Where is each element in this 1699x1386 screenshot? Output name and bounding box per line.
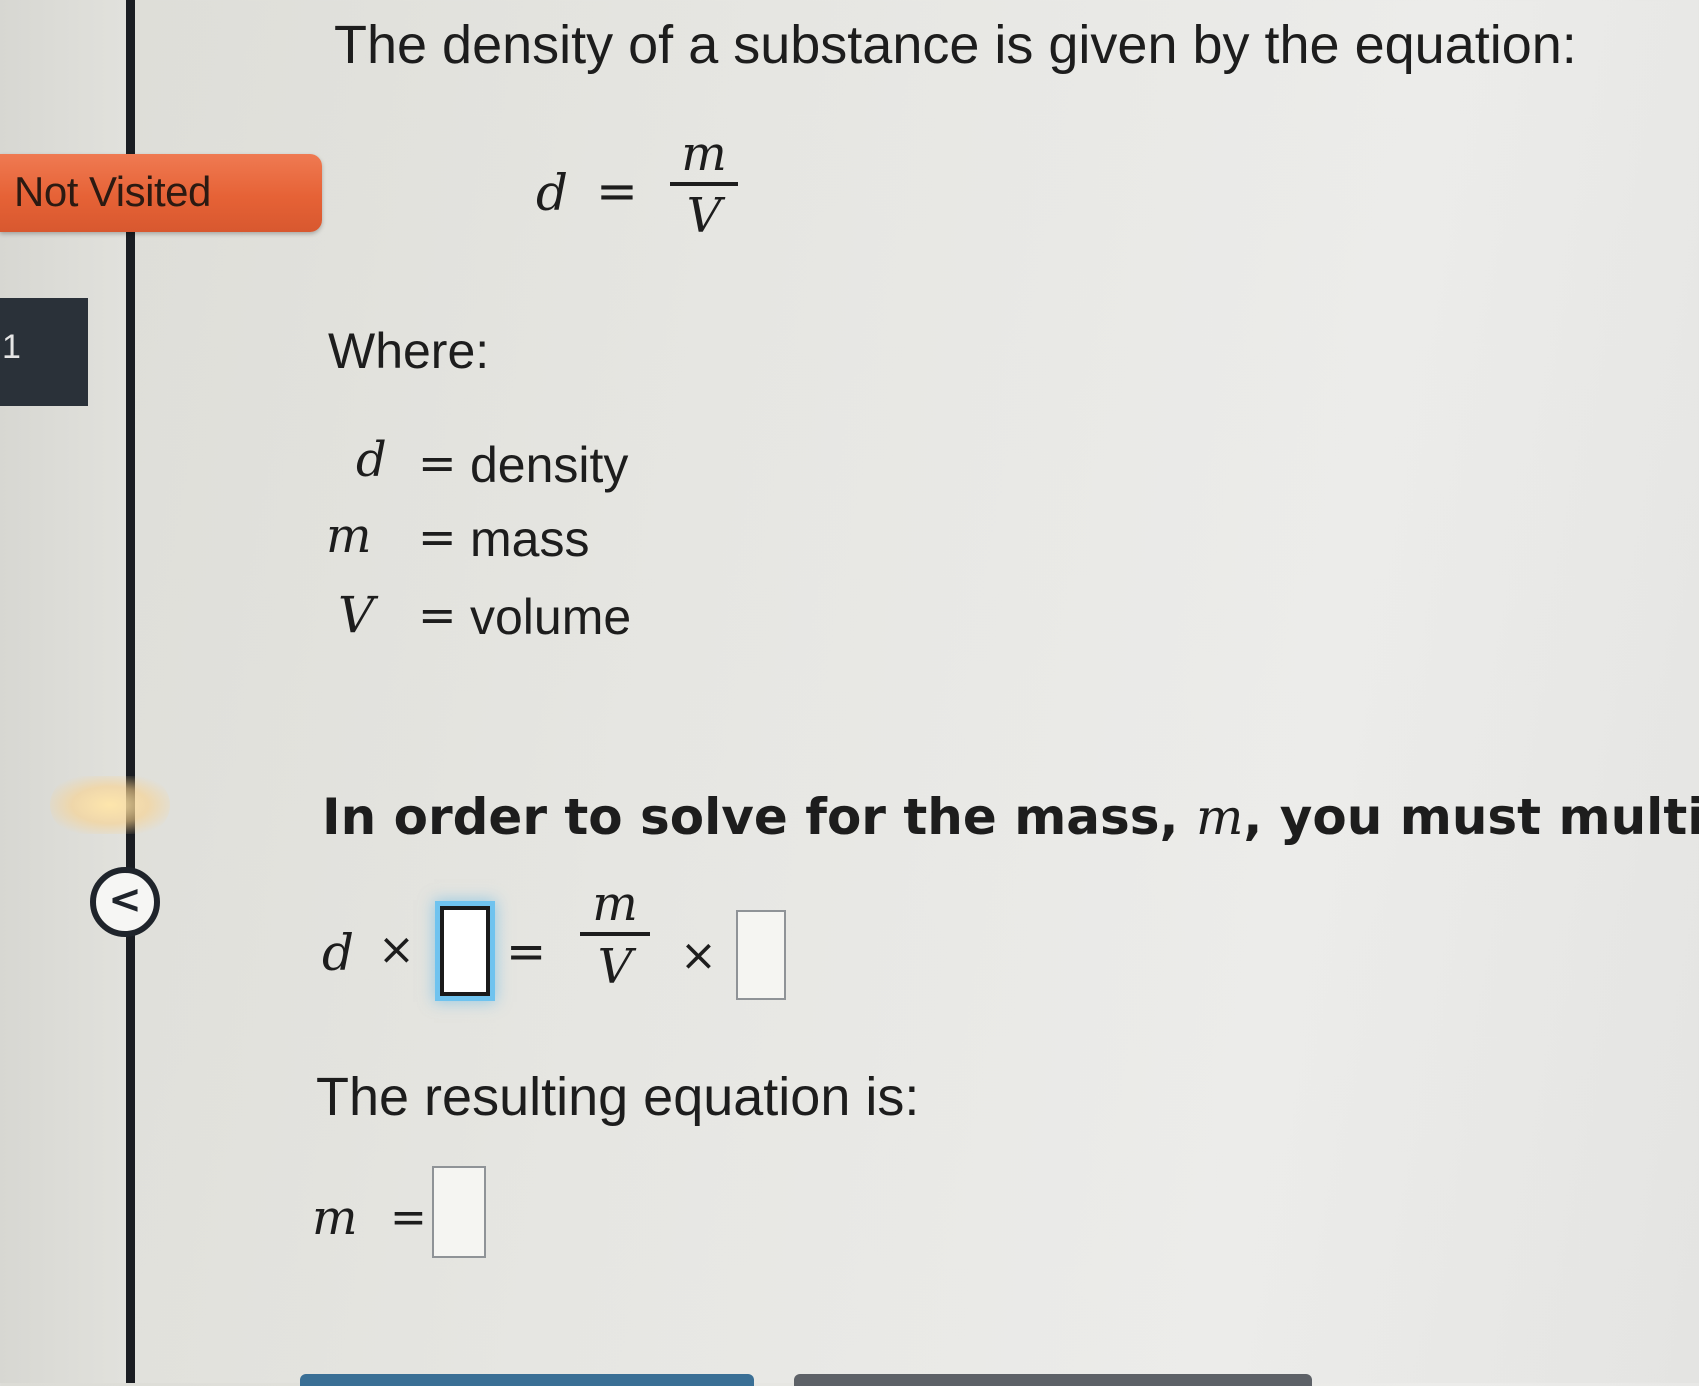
work-denominator: V	[597, 939, 633, 995]
status-badge-label: Not Visited	[14, 168, 211, 215]
instruction-suffix: , you must multiply	[1243, 788, 1699, 846]
result-lhs: m	[312, 1190, 358, 1246]
multiplier-input-left[interactable]	[440, 906, 490, 996]
instruction-variable: m	[1195, 788, 1244, 846]
definition-meaning: volume	[470, 589, 632, 645]
check-answer-button[interactable]	[300, 1374, 754, 1386]
instruction-text: In order to solve for the mass, m, you m…	[322, 788, 1699, 846]
back-button[interactable]: <	[90, 867, 160, 937]
definition-equals: =	[418, 436, 457, 490]
where-label: Where:	[328, 323, 490, 379]
formula-denominator: V	[686, 188, 722, 244]
question-nav-tab[interactable]: 1	[0, 298, 88, 406]
formula-lhs: d	[536, 164, 569, 222]
nav-highlight	[50, 776, 170, 834]
question-tab-label: 1	[2, 328, 21, 366]
chevron-left-icon: <	[108, 877, 142, 923]
status-badge: Not Visited	[0, 154, 322, 232]
work-equals: =	[506, 924, 547, 980]
definition-meaning: density	[470, 437, 629, 493]
result-label: The resulting equation is:	[316, 1067, 920, 1127]
work-numerator: m	[592, 876, 638, 932]
times-sign: ×	[680, 930, 717, 981]
definition-meaning: mass	[470, 511, 590, 567]
instruction-prefix: In order to solve for the mass,	[322, 788, 1196, 846]
formula-equals: =	[596, 162, 638, 220]
work-fraction: m V	[580, 876, 650, 998]
multiplier-input-right[interactable]	[736, 910, 786, 1000]
formula-fraction: m V	[670, 126, 738, 246]
formula-numerator: m	[681, 126, 727, 182]
times-sign: ×	[378, 924, 415, 975]
definition-symbol: m	[326, 508, 372, 564]
result-equals: =	[390, 1192, 427, 1243]
work-lhs-variable: d	[322, 924, 355, 982]
definition-equals: =	[418, 588, 457, 642]
definition-symbol: V	[338, 586, 375, 644]
result-input[interactable]	[432, 1166, 486, 1258]
definition-symbol: d	[356, 432, 387, 488]
question-intro: The density of a substance is given by t…	[334, 15, 1577, 75]
definition-equals: =	[418, 510, 457, 564]
secondary-action-button[interactable]	[794, 1374, 1312, 1386]
